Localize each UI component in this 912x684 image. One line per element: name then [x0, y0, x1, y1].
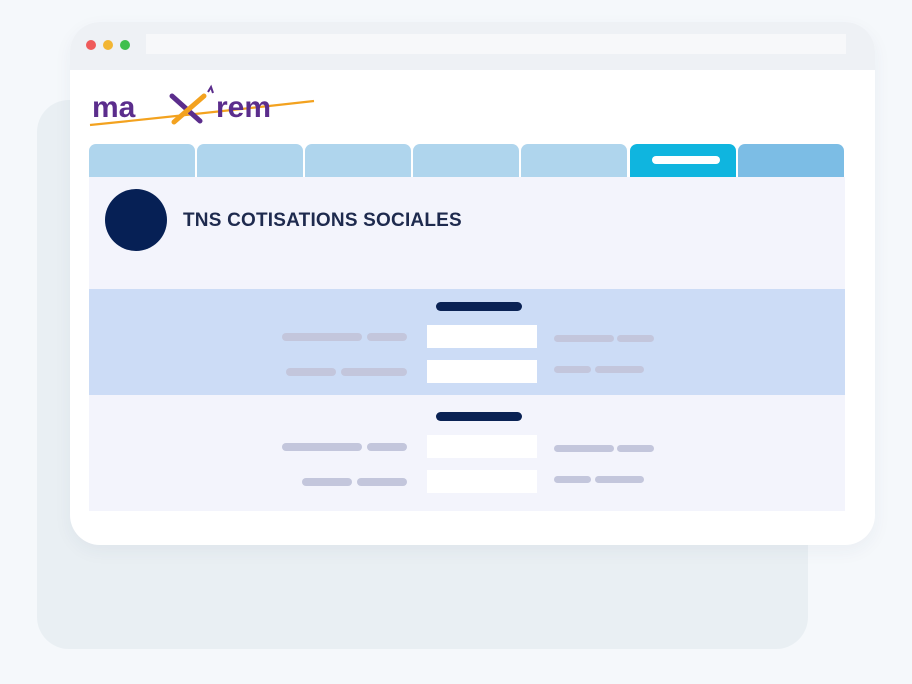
value-input[interactable]: [427, 435, 537, 458]
section-header: TNS COTISATIONS SOCIALES: [89, 177, 845, 289]
tab-3[interactable]: [305, 144, 411, 177]
label-placeholder: [282, 333, 362, 341]
tab-1[interactable]: [89, 144, 195, 177]
label-placeholder: [341, 368, 407, 376]
address-bar[interactable]: [146, 34, 846, 54]
tab-6-active[interactable]: [630, 144, 736, 177]
tab-7[interactable]: [738, 144, 844, 177]
section-title: TNS COTISATIONS SOCIALES: [183, 210, 462, 231]
hint-placeholder: [617, 445, 654, 452]
profile-avatar-icon: [105, 189, 167, 251]
hint-placeholder: [554, 335, 614, 342]
form-section-1: [89, 289, 845, 395]
hint-placeholder: [595, 366, 644, 373]
content-panel: TNS COTISATIONS SOCIALES: [89, 177, 845, 511]
maxirem-logo: ma rem: [89, 84, 315, 127]
active-tab-label-placeholder: [652, 156, 720, 164]
value-input[interactable]: [427, 325, 537, 348]
label-placeholder: [367, 443, 407, 451]
hint-placeholder: [595, 476, 644, 483]
form-row: [89, 325, 845, 349]
value-input[interactable]: [427, 470, 537, 493]
hint-placeholder: [554, 445, 614, 452]
minimize-dot-icon[interactable]: [103, 40, 113, 50]
close-dot-icon[interactable]: [86, 40, 96, 50]
tab-bar: [89, 144, 845, 177]
form-section-2-heading-placeholder: [436, 412, 522, 421]
form-row: [89, 360, 845, 384]
svg-text:rem: rem: [216, 91, 271, 124]
hint-placeholder: [554, 366, 591, 373]
browser-window: ma rem TNS COTISATIONS SOCIALES: [70, 22, 875, 545]
form-section-1-heading-placeholder: [436, 302, 522, 311]
form-section-2: [89, 395, 845, 511]
form-row: [89, 470, 845, 494]
tab-5[interactable]: [521, 144, 627, 177]
maximize-dot-icon[interactable]: [120, 40, 130, 50]
label-placeholder: [302, 478, 352, 486]
form-row: [89, 435, 845, 459]
tab-2[interactable]: [197, 144, 303, 177]
label-placeholder: [286, 368, 336, 376]
label-placeholder: [282, 443, 362, 451]
svg-text:ma: ma: [92, 91, 136, 124]
label-placeholder: [367, 333, 407, 341]
tab-4[interactable]: [413, 144, 519, 177]
value-input[interactable]: [427, 360, 537, 383]
label-placeholder: [357, 478, 407, 486]
logo-x-mark: [169, 84, 214, 125]
browser-chrome: [70, 22, 875, 70]
hint-placeholder: [617, 335, 654, 342]
hint-placeholder: [554, 476, 591, 483]
